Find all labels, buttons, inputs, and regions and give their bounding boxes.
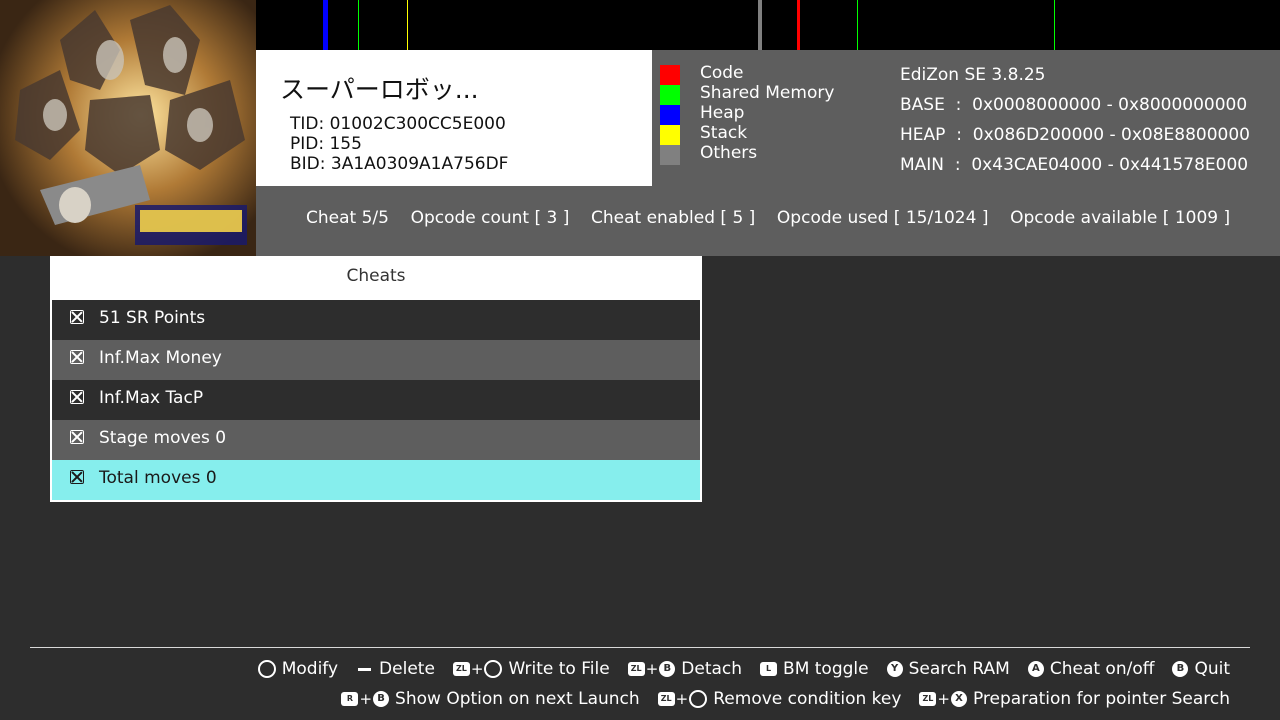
base-address-range: BASE : 0x0008000000 - 0x8000000000 — [900, 95, 1248, 115]
r-button-icon: R — [341, 692, 359, 706]
cheat-stats-bar: Cheat 5/5 Opcode count [ 3 ] Cheat enabl… — [256, 186, 1280, 256]
legend-label: Shared Memory — [700, 83, 835, 103]
hint-pointer-search[interactable]: ZL + X Preparation for pointer Search — [919, 689, 1230, 709]
memory-segment-others — [758, 0, 762, 50]
legend-swatch — [660, 85, 680, 105]
plus-sign: + — [359, 690, 373, 708]
hint-label: Remove condition key — [713, 689, 902, 709]
cheats-panel: Cheats 51 SR Points Inf.Max Money Inf.Ma… — [50, 256, 702, 502]
plus-sign: + — [645, 660, 659, 678]
legend-label: Heap — [700, 103, 745, 123]
y-button-icon: Y — [886, 661, 903, 677]
hint-label: Show Option on next Launch — [395, 689, 640, 709]
hint-cheat-toggle[interactable]: A Cheat on/off — [1027, 659, 1155, 679]
legend-swatch — [660, 105, 680, 125]
hint-label: Search RAM — [908, 659, 1010, 679]
app-version: EdiZon SE 3.8.25 — [900, 65, 1046, 85]
plus-sign: + — [675, 690, 689, 708]
title-id: TID: 01002C300CC5E000 — [290, 114, 506, 134]
b-button-icon: B — [659, 661, 676, 677]
checkbox-unchecked-icon[interactable] — [70, 310, 84, 324]
legend-swatch — [660, 65, 680, 85]
cheat-row[interactable]: 51 SR Points — [52, 300, 700, 340]
cheat-stats-text: Cheat 5/5 Opcode count [ 3 ] Cheat enabl… — [306, 208, 1231, 228]
memory-segment-heap — [323, 0, 328, 50]
checkbox-unchecked-icon[interactable] — [70, 470, 84, 484]
x-button-icon: X — [950, 691, 967, 707]
footer-divider — [30, 647, 1250, 648]
button-hints-row-1: Modify Delete ZL + Write to File ZL + B … — [240, 657, 1230, 681]
plus-sign: + — [937, 690, 950, 708]
zl-button-icon: ZL — [452, 662, 470, 676]
checkbox-unchecked-icon[interactable] — [70, 390, 84, 404]
hint-label: Detach — [681, 659, 743, 679]
zl-button-icon: ZL — [657, 692, 675, 706]
a-button-icon: A — [1027, 661, 1044, 677]
plus-sign: + — [470, 660, 484, 678]
cheats-header: Cheats — [346, 266, 406, 286]
hint-label: Modify — [281, 659, 339, 679]
cheat-row[interactable]: Inf.Max TacP — [52, 380, 700, 420]
hint-label: Write to File — [508, 659, 610, 679]
right-stick-icon — [257, 660, 276, 678]
cheat-label: Stage moves 0 — [99, 428, 227, 448]
hint-show-option[interactable]: R + B Show Option on next Launch — [341, 689, 640, 709]
game-ids: TID: 01002C300CC5E000 PID: 155 BID: 3A1A… — [290, 114, 508, 174]
memory-segment-shared — [1054, 0, 1055, 50]
process-id: PID: 155 — [290, 134, 362, 154]
hint-label: Preparation for pointer Search — [972, 689, 1230, 709]
cheat-label: Inf.Max Money — [99, 348, 222, 368]
checkbox-unchecked-icon[interactable] — [70, 350, 84, 364]
hint-label: BM toggle — [783, 659, 869, 679]
checkbox-unchecked-icon[interactable] — [70, 430, 84, 444]
memory-segment-stack — [407, 0, 408, 50]
cover-illustration — [0, 0, 256, 256]
legend-swatch — [660, 125, 680, 145]
legend-label: Code — [700, 63, 744, 83]
memory-segment-shared — [358, 0, 359, 50]
button-hints-row-2: R + B Show Option on next Launch ZL + Re… — [323, 687, 1230, 711]
legend-label: Others — [700, 143, 758, 163]
memory-segment-code — [797, 0, 800, 50]
cheat-row[interactable]: Inf.Max Money — [52, 340, 700, 380]
cheat-label: Inf.Max TacP — [99, 388, 204, 408]
main-address-range: MAIN : 0x43CAE04000 - 0x441578E000 — [900, 155, 1249, 175]
cheat-row[interactable]: Stage moves 0 — [52, 420, 700, 460]
cheat-label: 51 SR Points — [99, 308, 206, 328]
hint-label: Quit — [1194, 659, 1230, 679]
right-stick-icon — [689, 690, 708, 708]
hint-search-ram[interactable]: Y Search RAM — [886, 659, 1010, 679]
b-button-icon: B — [1172, 661, 1189, 677]
game-info-panel: スーパーロボッ... TID: 01002C300CC5E000 PID: 15… — [256, 50, 652, 186]
hint-delete[interactable]: Delete — [356, 659, 435, 679]
build-id: BID: 3A1A0309A1A756DF — [290, 154, 509, 174]
memory-map-bar — [256, 0, 1280, 50]
hint-remove-condition-key[interactable]: ZL + Remove condition key — [657, 689, 902, 709]
hint-modify[interactable]: Modify — [257, 659, 339, 679]
zl-button-icon: ZL — [919, 692, 937, 706]
cheat-label: Total moves 0 — [99, 468, 217, 488]
memory-segment-shared — [857, 0, 858, 50]
l-button-icon: L — [760, 662, 778, 676]
legend-label: Stack — [700, 123, 748, 143]
hint-write-to-file[interactable]: ZL + Write to File — [452, 659, 610, 679]
hint-quit[interactable]: B Quit — [1172, 659, 1230, 679]
left-stick-icon — [484, 660, 503, 678]
hint-label: Delete — [379, 659, 435, 679]
game-title: スーパーロボッ... — [280, 75, 479, 104]
hint-bm-toggle[interactable]: L BM toggle — [760, 659, 869, 679]
game-cover-art-icon — [0, 0, 256, 256]
legend-swatch — [660, 145, 680, 165]
cheat-row-selected[interactable]: Total moves 0 — [52, 460, 700, 500]
hint-detach[interactable]: ZL + B Detach — [627, 659, 743, 679]
minus-button-icon — [358, 667, 372, 671]
zl-button-icon: ZL — [627, 662, 645, 676]
heap-address-range: HEAP : 0x086D200000 - 0x08E8800000 — [900, 125, 1250, 145]
memory-info-panel: Code Shared Memory Heap Stack Others Edi… — [652, 50, 1280, 186]
hint-label: Cheat on/off — [1049, 659, 1155, 679]
b-button-icon: B — [373, 691, 390, 707]
